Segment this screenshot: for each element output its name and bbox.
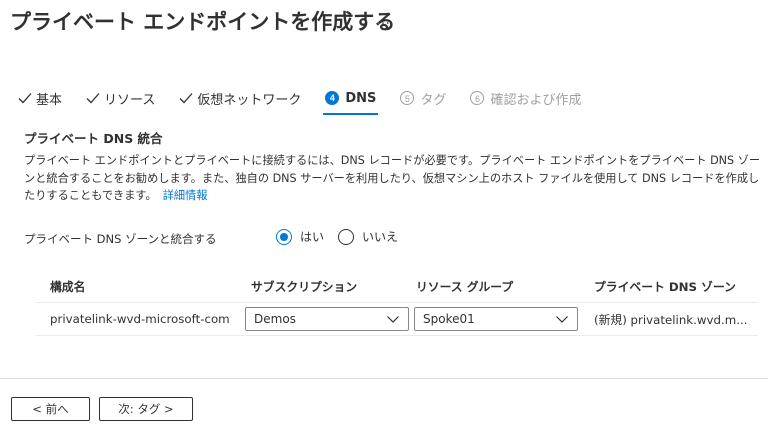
tab-tags[interactable]: 5 タグ xyxy=(400,84,446,112)
dns-config-table: 構成名 サブスクリプション リソース グループ プライベート DNS ゾーン p… xyxy=(36,270,758,336)
chevron-down-icon xyxy=(387,316,399,323)
radio-selected-icon xyxy=(276,228,292,245)
tab-label: 基本 xyxy=(36,92,63,108)
chevron-down-icon xyxy=(556,316,568,323)
subscription-dropdown[interactable]: Demos xyxy=(245,307,409,331)
radio-yes-label: はい xyxy=(300,230,325,244)
radio-no-label: いいえ xyxy=(362,230,399,244)
tab-review-create[interactable]: 6 確認および作成 xyxy=(470,84,581,112)
page-title: プライベート エンドポイントを作成する xyxy=(10,10,396,34)
tab-basics[interactable]: 基本 xyxy=(18,84,62,112)
radio-yes[interactable]: はい xyxy=(276,228,324,245)
tab-virtual-network[interactable]: 仮想ネットワーク xyxy=(179,84,301,112)
tab-label: DNS xyxy=(345,90,377,106)
create-private-endpoint-page: プライベート エンドポイントを作成する … 基本 リソース 仮想ネットワーク 4… xyxy=(0,0,768,430)
checkmark-icon xyxy=(179,93,193,104)
resource-group-cell: Spoke01 xyxy=(414,307,591,331)
more-options-icon[interactable]: … xyxy=(376,12,391,28)
previous-button[interactable]: < 前へ xyxy=(11,397,90,421)
tab-resource[interactable]: リソース xyxy=(86,84,155,112)
subscription-value: Demos xyxy=(254,312,296,326)
wizard-tabs: 基本 リソース 仮想ネットワーク 4 DNS 5 タグ 6 確認および作成 xyxy=(18,84,605,116)
checkmark-icon xyxy=(86,93,100,104)
radio-unselected-icon xyxy=(338,228,355,245)
description-text: プライベート エンドポイントとプライベートに接続するには、DNS レコードが必要… xyxy=(24,154,761,202)
footer-divider xyxy=(0,378,768,379)
column-header-resource-group: リソース グループ xyxy=(416,279,514,294)
subscription-cell: Demos xyxy=(243,307,414,331)
step-number-icon: 4 xyxy=(325,91,340,105)
table-header: 構成名 サブスクリプション リソース グループ プライベート DNS ゾーン xyxy=(36,270,758,303)
column-header-config: 構成名 xyxy=(50,279,86,294)
next-tags-button[interactable]: 次: タグ > xyxy=(99,397,193,421)
integrate-dns-radio-group: はい いいえ xyxy=(276,228,412,245)
dns-zone-cell: (新規) privatelink.wvd.m... xyxy=(594,312,748,327)
checkmark-icon xyxy=(18,93,32,104)
integrate-dns-label: プライベート DNS ゾーンと統合する xyxy=(24,232,217,246)
tab-label: 確認および作成 xyxy=(490,92,582,108)
section-title: プライベート DNS 統合 xyxy=(24,131,163,146)
section-description: プライベート エンドポイントとプライベートに接続するには、DNS レコードが必要… xyxy=(24,152,764,205)
config-name-cell: privatelink-wvd-microsoft-com xyxy=(50,312,230,326)
learn-more-link[interactable]: 詳細情報 xyxy=(163,189,208,202)
step-number-icon: 5 xyxy=(400,91,415,105)
resource-group-value: Spoke01 xyxy=(423,312,475,326)
radio-no[interactable]: いいえ xyxy=(338,228,398,245)
tab-label: タグ xyxy=(420,92,447,108)
column-header-subscription: サブスクリプション xyxy=(251,279,358,294)
column-header-dns-zone: プライベート DNS ゾーン xyxy=(594,279,736,294)
table-row: privatelink-wvd-microsoft-com Demos Spok… xyxy=(36,303,758,336)
tab-dns[interactable]: 4 DNS xyxy=(323,84,379,115)
step-number-icon: 6 xyxy=(470,91,485,105)
tab-label: 仮想ネットワーク xyxy=(197,92,302,108)
resource-group-dropdown[interactable]: Spoke01 xyxy=(414,307,578,331)
tab-label: リソース xyxy=(104,92,156,108)
